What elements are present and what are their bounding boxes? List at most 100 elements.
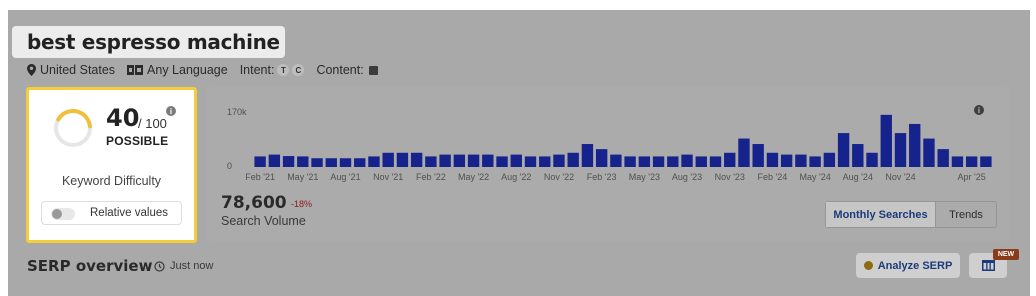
volume-bar[interactable]	[339, 158, 352, 167]
volume-bar[interactable]	[425, 156, 437, 167]
difficulty-ring-icon	[54, 109, 92, 147]
volume-bar[interactable]	[923, 138, 935, 167]
volume-bar[interactable]	[766, 152, 779, 167]
volume-bar[interactable]	[496, 156, 508, 167]
volume-bar[interactable]	[453, 154, 466, 167]
volume-bar[interactable]	[695, 156, 707, 167]
search-volume-value: 78,600	[221, 193, 287, 213]
x-tick-label: Aug '23	[672, 172, 702, 182]
volume-bar[interactable]	[709, 156, 722, 167]
volume-bar[interactable]	[795, 154, 807, 167]
volume-bar[interactable]	[980, 156, 992, 167]
volume-bar[interactable]	[410, 152, 423, 167]
difficulty-label: Keyword Difficulty	[61, 174, 162, 188]
page: best espresso machine United States Any …	[0, 0, 1036, 296]
difficulty-value: 40	[106, 104, 140, 132]
volume-bar[interactable]	[325, 158, 337, 167]
columns-icon	[981, 260, 995, 271]
volume-bar[interactable]	[965, 156, 978, 167]
x-tick-label: Aug '22	[501, 172, 531, 182]
tab-trends[interactable]: Trends	[936, 202, 996, 227]
difficulty-max: / 100	[138, 116, 167, 131]
keyword-title: best espresso machine	[27, 30, 280, 54]
volume-bar[interactable]	[282, 156, 295, 167]
keyword-meta: United States Any Language Intent: T C C…	[27, 61, 378, 79]
location-value[interactable]: United States	[40, 63, 115, 77]
intent-badge-commercial: C	[292, 64, 305, 76]
volume-bar[interactable]	[610, 154, 622, 167]
volume-bar[interactable]	[354, 158, 366, 167]
relative-values-toggle[interactable]: Relative values	[41, 201, 182, 225]
x-tick-label: May '22	[458, 172, 489, 182]
volume-bar-chart: 170k 0 Feb '21 May '21 Aug '21 Nov '21 Feb '22…	[227, 107, 992, 182]
volume-bar[interactable]	[667, 156, 679, 167]
x-tick-label: Nov '24	[885, 172, 915, 182]
volume-bar[interactable]	[482, 154, 494, 167]
tab-monthly-searches[interactable]: Monthly Searches	[826, 202, 936, 227]
language-value[interactable]: Any Language	[147, 63, 228, 77]
x-tick-label: Aug '21	[330, 172, 360, 182]
x-tick-label: Aug '24	[843, 172, 873, 182]
x-tick-label: Feb '24	[758, 172, 788, 182]
x-tick-label: May '21	[287, 172, 318, 182]
volume-bar[interactable]	[681, 154, 693, 167]
intent-badge-transactional: T	[277, 64, 290, 76]
volume-bar[interactable]	[780, 154, 793, 167]
search-volume-label: Search Volume	[221, 214, 306, 228]
language-icon	[127, 65, 144, 75]
info-icon[interactable]: i	[166, 106, 176, 116]
analyze-serp-button[interactable]: Analyze SERP	[856, 253, 960, 278]
volume-bar[interactable]	[823, 152, 836, 167]
serp-time-value: Just now	[170, 260, 214, 272]
location-pin-icon	[27, 64, 36, 76]
volume-bar[interactable]	[311, 158, 323, 167]
volume-bar[interactable]	[852, 144, 864, 167]
info-icon[interactable]: i	[974, 105, 984, 115]
content-label: Content:	[316, 63, 364, 77]
volume-bar[interactable]	[880, 114, 892, 167]
content-image-icon	[368, 65, 378, 75]
difficulty-level: POSSIBLE	[106, 134, 169, 148]
y-tick-label: 0	[227, 161, 232, 171]
volume-bar[interactable]	[724, 152, 736, 167]
volume-bar[interactable]	[368, 156, 380, 167]
volume-bar[interactable]	[837, 133, 850, 167]
clock-icon	[154, 260, 165, 272]
toggle-switch[interactable]	[51, 208, 75, 220]
volume-view-tabs: Monthly Searches Trends	[825, 201, 997, 228]
volume-bar[interactable]	[268, 154, 281, 167]
volume-bar[interactable]	[937, 149, 949, 167]
serp-overview-title: SERP overview	[27, 257, 153, 275]
volume-bar[interactable]	[894, 133, 907, 167]
toggle-knob	[52, 209, 62, 219]
volume-bar[interactable]	[951, 156, 964, 167]
volume-bar[interactable]	[382, 152, 394, 167]
serp-timestamp: Just now	[154, 260, 213, 272]
search-volume-change: -18%	[291, 199, 313, 209]
volume-bar[interactable]	[297, 156, 309, 167]
search-volume-card: 170k 0 Feb '21 May '21 Aug '21 Nov '21 Feb '22…	[207, 87, 1009, 241]
volume-bar[interactable]	[595, 149, 608, 167]
volume-bar[interactable]	[866, 152, 878, 167]
volume-bar[interactable]	[524, 156, 537, 167]
x-tick-label: Nov '23	[715, 172, 745, 182]
volume-bar[interactable]	[909, 123, 921, 167]
volume-bar[interactable]	[567, 152, 579, 167]
volume-bar[interactable]	[396, 152, 409, 167]
volume-bar[interactable]	[467, 154, 480, 167]
volume-bar[interactable]	[439, 154, 451, 167]
volume-bar[interactable]	[254, 156, 266, 167]
volume-bar[interactable]	[809, 156, 821, 167]
x-tick-label: Feb '22	[416, 172, 446, 182]
volume-bar[interactable]	[581, 144, 594, 167]
volume-bar[interactable]	[638, 156, 651, 167]
volume-bar[interactable]	[752, 144, 764, 167]
analyze-serp-label: Analyze SERP	[877, 259, 953, 272]
volume-bar[interactable]	[539, 156, 551, 167]
x-tick-label: Apr '25	[958, 172, 986, 182]
volume-bar[interactable]	[553, 154, 565, 167]
volume-bar[interactable]	[510, 154, 522, 167]
volume-bar[interactable]	[624, 156, 636, 167]
volume-bar[interactable]	[738, 138, 750, 167]
volume-bar[interactable]	[652, 156, 665, 167]
